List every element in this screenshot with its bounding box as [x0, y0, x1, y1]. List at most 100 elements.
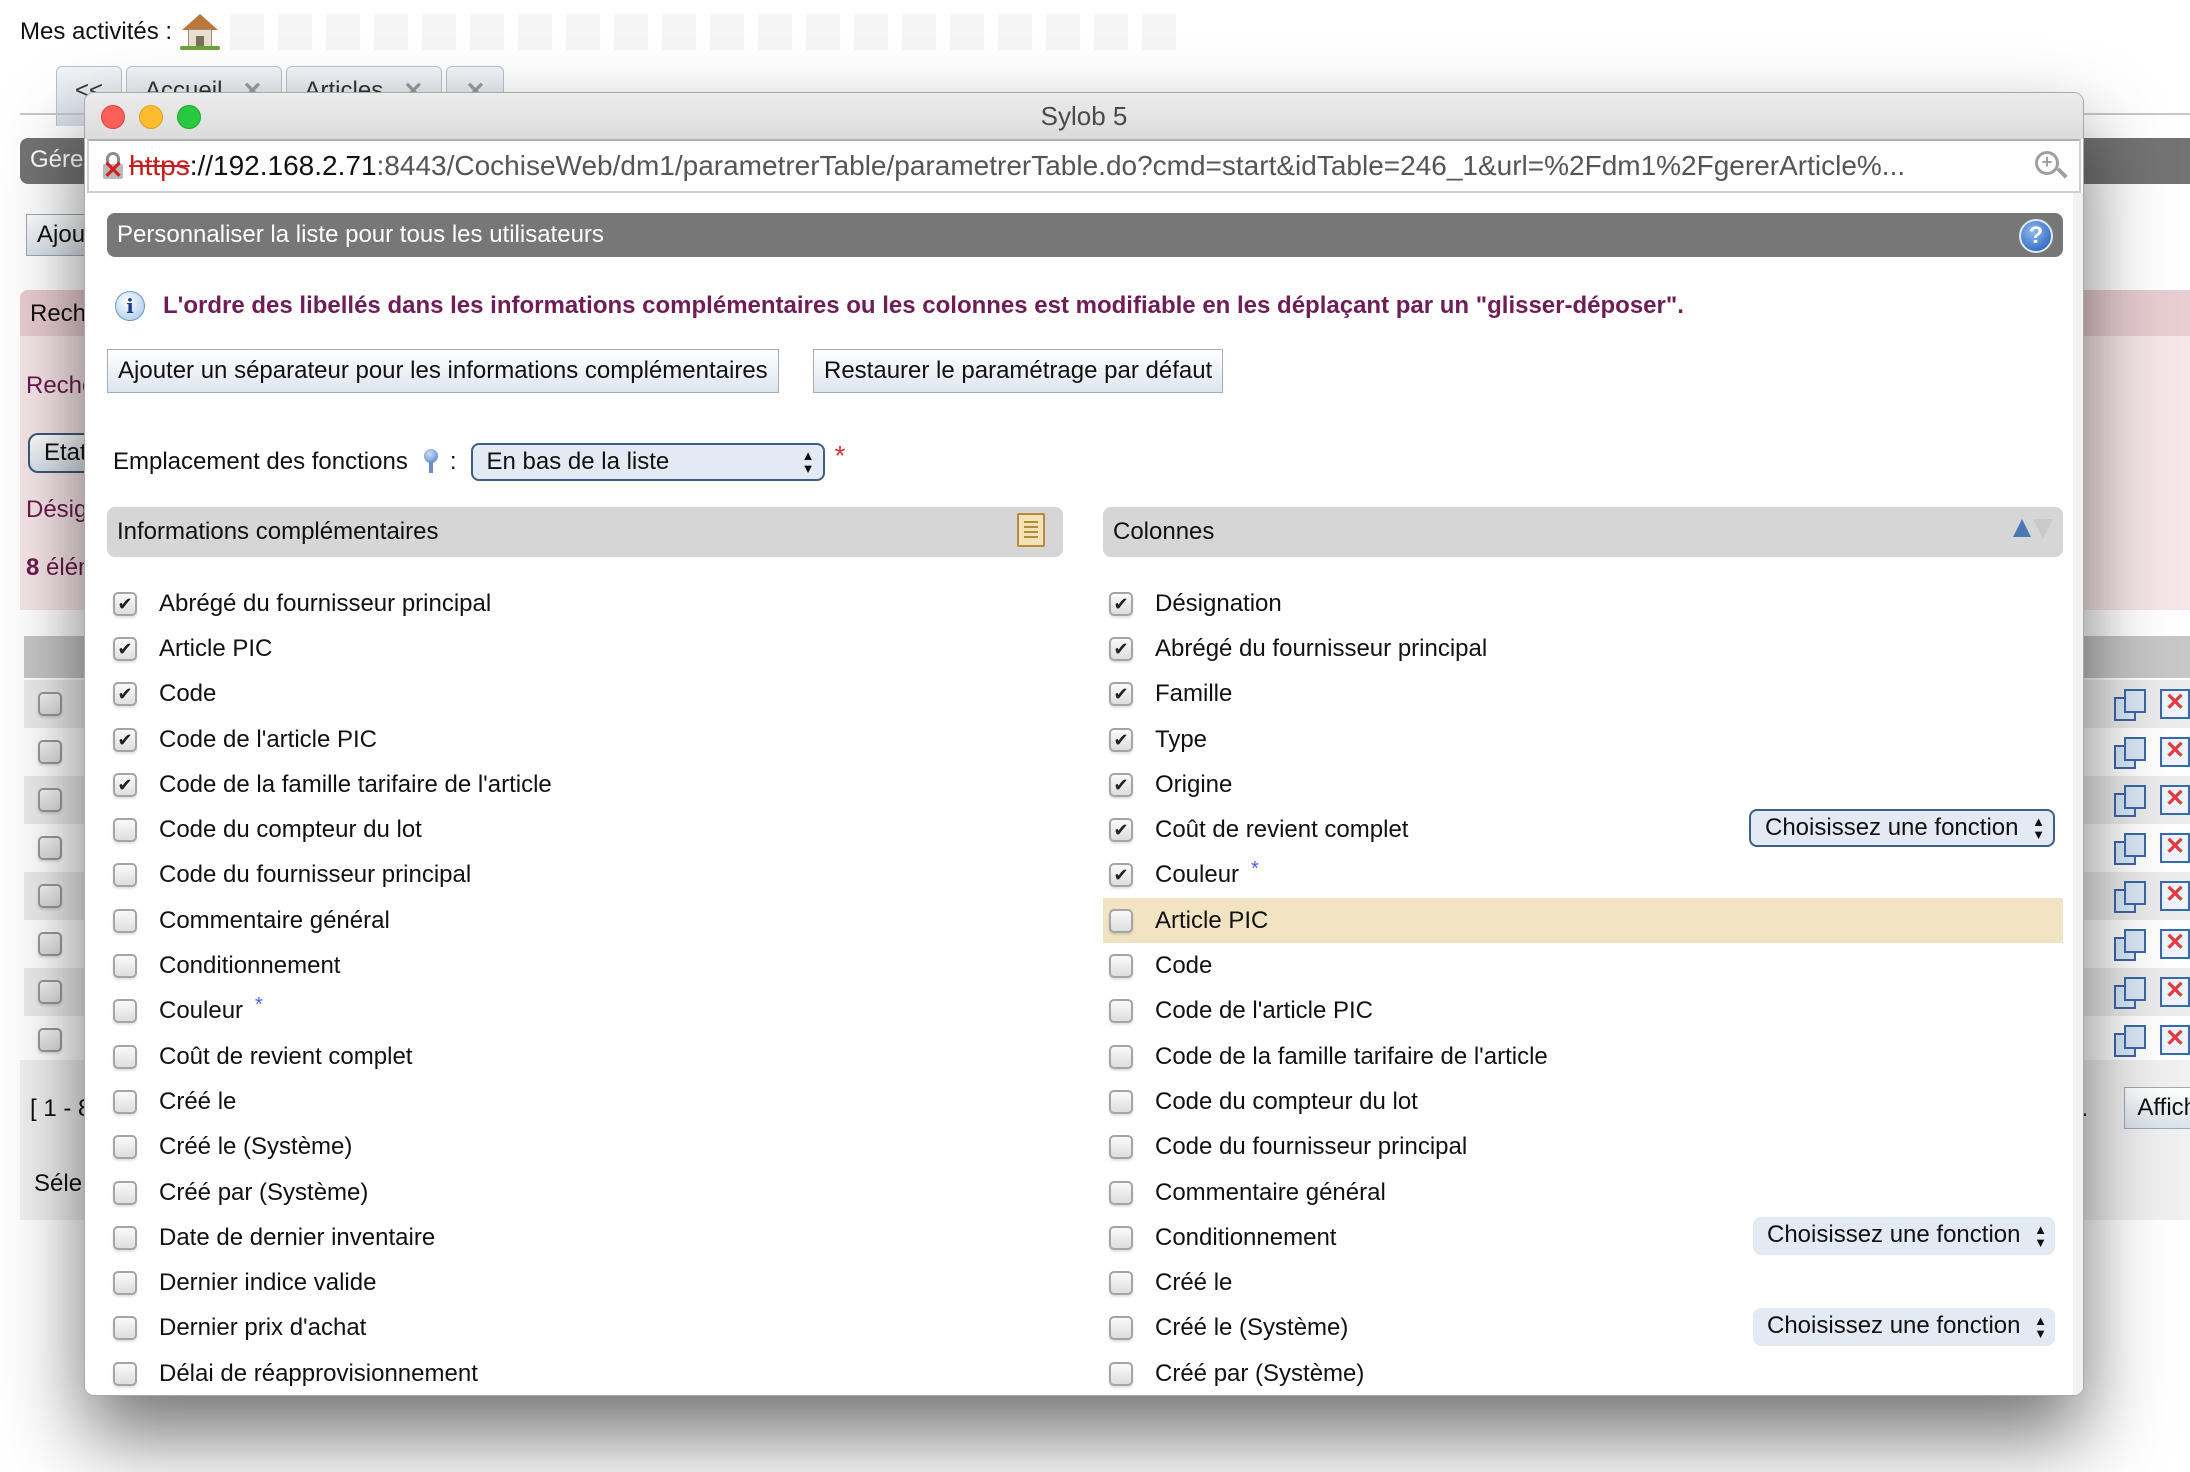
checkbox-checked[interactable]: ✔: [113, 727, 137, 752]
list-item[interactable]: Dernier prix d'achat: [107, 1306, 1063, 1351]
list-item[interactable]: ✔ Code: [107, 672, 1063, 717]
checkbox-checked[interactable]: ✔: [1109, 727, 1133, 752]
list-item[interactable]: Commentaire général: [107, 898, 1063, 943]
row-checkbox[interactable]: [38, 1028, 62, 1052]
window-scrollbar[interactable]: [2073, 193, 2083, 1395]
list-item[interactable]: Dernier indice valide: [107, 1260, 1063, 1305]
function-select[interactable]: Choisissez une fonction ▲ ▼: [1749, 809, 2055, 848]
row-checkbox[interactable]: [38, 740, 62, 764]
checkbox-unchecked[interactable]: [1109, 1089, 1133, 1114]
list-item[interactable]: Code du compteur du lot: [1103, 1079, 2063, 1124]
list-item[interactable]: Créé le: [1103, 1260, 2063, 1305]
list-item[interactable]: Conditionnement Choisissez une fonction ▲ ▼: [1103, 1215, 2063, 1260]
list-item[interactable]: ✔ Article PIC: [107, 626, 1063, 671]
checkbox-unchecked[interactable]: [113, 1271, 137, 1296]
checkbox-checked[interactable]: ✔: [113, 636, 137, 661]
checkbox-checked[interactable]: ✔: [113, 591, 137, 616]
list-item[interactable]: Code du fournisseur principal: [107, 853, 1063, 898]
maximize-window-button[interactable]: [177, 105, 201, 129]
checkbox-unchecked[interactable]: [113, 908, 137, 933]
list-item[interactable]: ✔ Type: [1103, 717, 2063, 762]
delete-icon[interactable]: ✕: [2160, 881, 2190, 911]
functions-location-select[interactable]: En bas de la liste ▲ ▼: [470, 443, 825, 481]
checkbox-unchecked[interactable]: [1109, 954, 1133, 979]
window-titlebar[interactable]: Sylob 5: [85, 93, 2083, 139]
list-item[interactable]: ✔ Désignation: [1103, 581, 2063, 626]
checkbox-unchecked[interactable]: [113, 1225, 137, 1250]
list-item[interactable]: Créé par (Système): [1103, 1351, 2063, 1395]
close-window-button[interactable]: [101, 105, 125, 129]
copy-icon[interactable]: [2114, 689, 2146, 721]
document-icon[interactable]: [1017, 513, 1045, 547]
function-select[interactable]: Choisissez une fonction ▲ ▼: [1753, 1307, 2055, 1346]
checkbox-unchecked[interactable]: [1109, 1044, 1133, 1069]
list-item[interactable]: Commentaire général: [1103, 1170, 2063, 1215]
copy-icon[interactable]: [2114, 977, 2146, 1009]
delete-icon[interactable]: ✕: [2160, 1025, 2190, 1055]
copy-icon[interactable]: [2114, 737, 2146, 769]
copy-icon[interactable]: [2114, 1025, 2146, 1057]
restore-defaults-button[interactable]: Restaurer le paramétrage par défaut: [813, 349, 1224, 393]
list-item[interactable]: Code: [1103, 943, 2063, 988]
checkbox-unchecked[interactable]: [113, 1316, 137, 1341]
checkbox-checked[interactable]: ✔: [113, 682, 137, 707]
checkbox-unchecked[interactable]: [1109, 1225, 1133, 1250]
checkbox-unchecked[interactable]: [113, 1089, 137, 1114]
checkbox-unchecked[interactable]: [1109, 1135, 1133, 1160]
sort-ascending-icon[interactable]: [2013, 519, 2031, 537]
display-button[interactable]: Affich: [2124, 1087, 2190, 1129]
list-item[interactable]: Code du fournisseur principal: [1103, 1125, 2063, 1170]
checkbox-unchecked[interactable]: [113, 818, 137, 843]
url-bar[interactable]: ✕ https://192.168.2.71:8443/CochiseWeb/d…: [87, 139, 2081, 193]
checkbox-unchecked[interactable]: [1109, 999, 1133, 1024]
row-checkbox[interactable]: [38, 884, 62, 908]
add-separator-button[interactable]: Ajouter un séparateur pour les informati…: [107, 349, 779, 393]
home-icon[interactable]: [180, 14, 221, 50]
delete-icon[interactable]: ✕: [2160, 833, 2190, 863]
list-item[interactable]: Coût de revient complet: [107, 1034, 1063, 1079]
checkbox-checked[interactable]: ✔: [113, 772, 137, 797]
minimize-window-button[interactable]: [139, 105, 163, 129]
list-item[interactable]: Créé le (Système): [107, 1125, 1063, 1170]
list-item[interactable]: Code du compteur du lot: [107, 807, 1063, 852]
checkbox-unchecked[interactable]: [1109, 1271, 1133, 1296]
checkbox-unchecked[interactable]: [113, 863, 137, 888]
list-item[interactable]: Code de la famille tarifaire de l'articl…: [1103, 1034, 2063, 1079]
list-item[interactable]: ✔ Coût de revient complet Choisissez une f…: [1103, 807, 2063, 852]
list-item[interactable]: Couleur *: [107, 989, 1063, 1034]
zoom-icon[interactable]: +: [2035, 151, 2068, 181]
checkbox-unchecked[interactable]: [1109, 1180, 1133, 1205]
copy-icon[interactable]: [2114, 881, 2146, 913]
list-item[interactable]: ✔ Origine: [1103, 762, 2063, 807]
checkbox-checked[interactable]: ✔: [1109, 682, 1133, 707]
checkbox-checked[interactable]: ✔: [1109, 636, 1133, 661]
checkbox-checked[interactable]: ✔: [1109, 818, 1133, 843]
copy-icon[interactable]: [2114, 785, 2146, 817]
delete-icon[interactable]: ✕: [2160, 785, 2190, 815]
list-item[interactable]: Code de l'article PIC: [1103, 989, 2063, 1034]
checkbox-unchecked[interactable]: [113, 1135, 137, 1160]
function-select[interactable]: Choisissez une fonction ▲ ▼: [1753, 1217, 2055, 1256]
list-item[interactable]: Créé le: [107, 1079, 1063, 1124]
row-checkbox[interactable]: [38, 692, 62, 716]
checkbox-unchecked[interactable]: [113, 999, 137, 1024]
checkbox-unchecked[interactable]: [1109, 1361, 1133, 1386]
list-item[interactable]: ✔ Famille: [1103, 672, 2063, 717]
list-item[interactable]: Créé par (Système): [107, 1170, 1063, 1215]
row-checkbox[interactable]: [38, 788, 62, 812]
checkbox-checked[interactable]: ✔: [1109, 863, 1133, 888]
delete-icon[interactable]: ✕: [2160, 689, 2190, 719]
checkbox-unchecked[interactable]: [113, 1180, 137, 1205]
delete-icon[interactable]: ✕: [2160, 929, 2190, 959]
checkbox-unchecked[interactable]: [113, 954, 137, 979]
list-item[interactable]: ✔ Couleur *: [1103, 853, 2063, 898]
row-checkbox[interactable]: [38, 932, 62, 956]
delete-icon[interactable]: ✕: [2160, 977, 2190, 1007]
row-checkbox[interactable]: [38, 980, 62, 1004]
sort-descending-icon[interactable]: [2033, 519, 2053, 539]
list-item[interactable]: Conditionnement: [107, 943, 1063, 988]
list-item[interactable]: Délai de réapprovisionnement: [107, 1351, 1063, 1395]
delete-icon[interactable]: ✕: [2160, 737, 2190, 767]
list-item[interactable]: ✔ Code de la famille tarifaire de l'artic…: [107, 762, 1063, 807]
list-item[interactable]: ✔ Abrégé du fournisseur principal: [107, 581, 1063, 626]
